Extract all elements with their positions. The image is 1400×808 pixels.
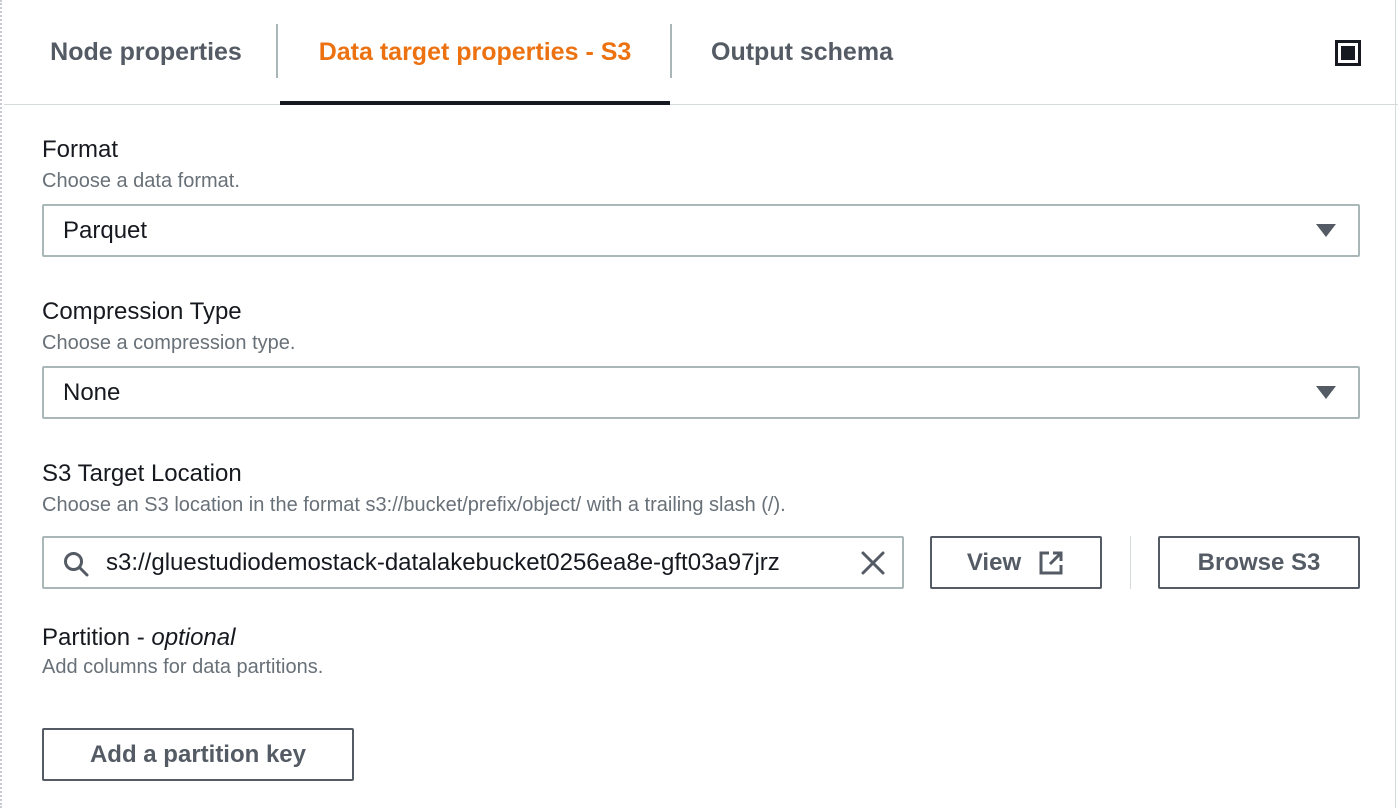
partition-label: Partition - optional [42, 624, 235, 652]
s3-location-input[interactable]: s3://gluestudiodemostack-datalakebucket0… [42, 536, 904, 589]
partition-label-text: Partition - [42, 624, 152, 651]
tab-node-properties[interactable]: Node properties [46, 0, 246, 104]
partition-optional-label: optional [151, 624, 236, 651]
format-select[interactable]: Parquet [42, 204, 1360, 257]
close-icon[interactable] [860, 550, 886, 576]
tab-separator [276, 24, 278, 78]
s3-location-value[interactable]: s3://gluestudiodemostack-datalakebucket0… [106, 538, 844, 587]
panel-toggle-icon[interactable] [1335, 40, 1361, 66]
search-icon [64, 552, 89, 577]
panel-right-border [1395, 0, 1396, 808]
properties-panel: Node properties Data target properties -… [0, 0, 1400, 808]
browse-s3-button[interactable]: Browse S3 [1158, 536, 1360, 589]
s3-target-description: Choose an S3 location in the format s3:/… [42, 494, 786, 516]
s3-target-label: S3 Target Location [42, 460, 242, 487]
format-selected-value: Parquet [63, 216, 148, 244]
format-label: Format [42, 136, 119, 163]
tab-bar: Node properties Data target properties -… [4, 0, 1398, 105]
view-button[interactable]: View [930, 536, 1102, 589]
compression-description: Choose a compression type. [42, 332, 296, 354]
partition-description: Add columns for data partitions. [42, 656, 324, 678]
format-description: Choose a data format. [42, 170, 240, 192]
compression-selected-value: None [63, 378, 121, 406]
tab-output-schema[interactable]: Output schema [704, 0, 900, 104]
caret-down-icon [1316, 386, 1336, 399]
button-divider [1130, 536, 1131, 589]
view-button-label: View [966, 548, 1022, 576]
add-partition-key-button[interactable]: Add a partition key [42, 728, 354, 781]
caret-down-icon [1316, 224, 1336, 237]
compression-label: Compression Type [42, 298, 242, 325]
compression-select[interactable]: None [42, 366, 1360, 419]
tab-separator [670, 24, 672, 78]
tab-data-target-properties[interactable]: Data target properties - S3 [280, 0, 670, 105]
external-link-icon [1039, 551, 1063, 574]
